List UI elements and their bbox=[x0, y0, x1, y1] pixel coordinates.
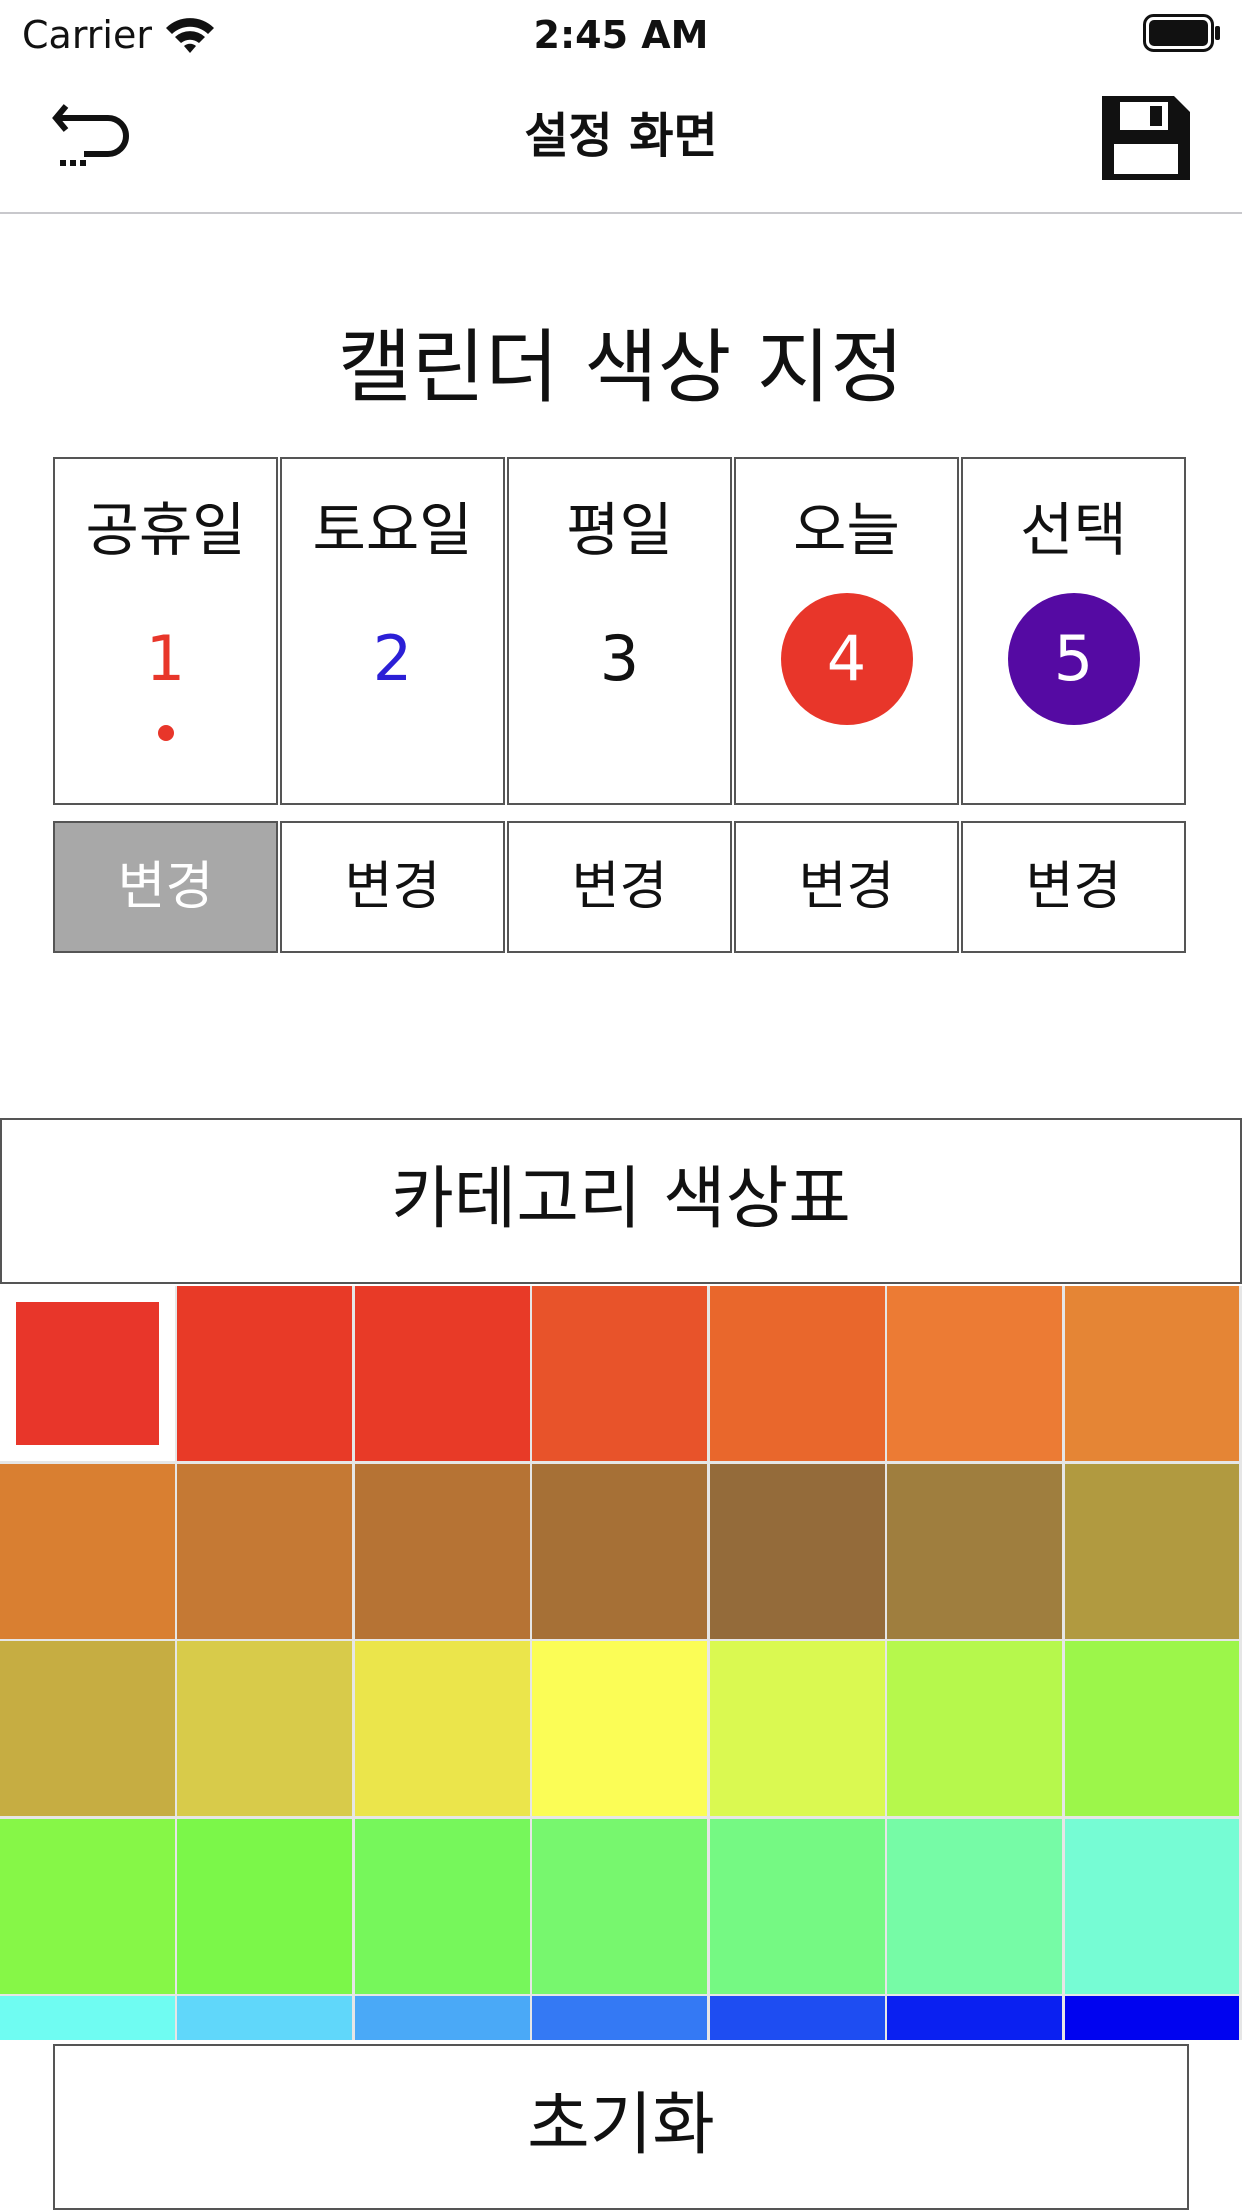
cell-number: 1 bbox=[145, 622, 186, 695]
calendar-cell-selected: 선택 5 bbox=[961, 457, 1186, 805]
palette-header: 카테고리 색상표 bbox=[0, 1118, 1242, 1284]
color-swatch[interactable] bbox=[1064, 1818, 1240, 1994]
color-swatch[interactable] bbox=[532, 1818, 708, 1994]
color-swatch[interactable] bbox=[354, 1286, 530, 1461]
color-swatch[interactable] bbox=[887, 1286, 1063, 1461]
color-swatch[interactable] bbox=[177, 1463, 353, 1639]
cell-label: 평일 bbox=[566, 496, 673, 564]
reset-button[interactable]: 초기화 bbox=[53, 2044, 1189, 2210]
color-palette-grid bbox=[0, 1286, 1242, 2040]
color-swatch[interactable] bbox=[177, 1996, 353, 2040]
color-swatch[interactable] bbox=[0, 1818, 175, 1994]
color-swatch[interactable] bbox=[532, 1996, 708, 2040]
color-swatch[interactable] bbox=[709, 1286, 885, 1461]
calendar-cell-saturday: 토요일 2 bbox=[280, 457, 505, 805]
change-button-holiday[interactable]: 변경 bbox=[53, 821, 278, 953]
color-swatch[interactable] bbox=[887, 1996, 1063, 2040]
color-swatch[interactable] bbox=[177, 1818, 353, 1994]
color-swatch[interactable] bbox=[354, 1996, 530, 2040]
change-button-weekday[interactable]: 변경 bbox=[507, 821, 732, 953]
color-swatch[interactable] bbox=[1064, 1641, 1240, 1816]
battery-icon bbox=[1143, 14, 1220, 52]
change-button-saturday[interactable]: 변경 bbox=[280, 821, 505, 953]
cell-label: 선택 bbox=[1020, 496, 1127, 564]
change-button-today[interactable]: 변경 bbox=[734, 821, 959, 953]
cell-label: 공휴일 bbox=[85, 496, 246, 564]
calendar-cell-today: 오늘 4 bbox=[734, 457, 959, 805]
color-swatch[interactable] bbox=[0, 1996, 175, 2040]
selected-circle: 5 bbox=[1007, 593, 1140, 725]
today-circle: 4 bbox=[780, 593, 913, 725]
calendar-cell-holiday: 공휴일 1 bbox=[53, 457, 278, 805]
color-swatch[interactable] bbox=[0, 1641, 175, 1816]
color-swatch[interactable] bbox=[709, 1463, 885, 1639]
color-swatch[interactable] bbox=[0, 1286, 175, 1461]
change-button-selected[interactable]: 변경 bbox=[961, 821, 1186, 953]
color-swatch[interactable] bbox=[177, 1641, 353, 1816]
color-swatch[interactable] bbox=[532, 1463, 708, 1639]
cell-label: 오늘 bbox=[793, 496, 900, 564]
color-swatch[interactable] bbox=[0, 1463, 175, 1639]
nav-title: 설정 화면 bbox=[524, 108, 718, 164]
color-swatch[interactable] bbox=[532, 1286, 708, 1461]
status-time: 2:45 AM bbox=[533, 13, 709, 57]
calendar-cell-weekday: 평일 3 bbox=[507, 457, 732, 805]
color-swatch[interactable] bbox=[354, 1641, 530, 1816]
cell-label: 토요일 bbox=[312, 496, 473, 564]
section-title: 캘린더 색상 지정 bbox=[337, 321, 905, 414]
color-swatch[interactable] bbox=[177, 1286, 353, 1461]
color-swatch[interactable] bbox=[1064, 1996, 1240, 2040]
floppy-disk-icon[interactable] bbox=[1098, 92, 1194, 184]
color-swatch[interactable] bbox=[887, 1641, 1063, 1816]
color-swatch[interactable] bbox=[887, 1463, 1063, 1639]
color-swatch[interactable] bbox=[1064, 1463, 1240, 1639]
color-swatch[interactable] bbox=[354, 1818, 530, 1994]
color-swatch[interactable] bbox=[532, 1641, 708, 1816]
color-swatch[interactable] bbox=[354, 1463, 530, 1639]
color-swatch[interactable] bbox=[887, 1818, 1063, 1994]
cell-number: 2 bbox=[372, 622, 413, 695]
color-swatch[interactable] bbox=[709, 1996, 885, 2040]
color-swatch[interactable] bbox=[709, 1641, 885, 1816]
holiday-dot bbox=[157, 725, 174, 741]
color-swatch[interactable] bbox=[1064, 1286, 1240, 1461]
color-swatch[interactable] bbox=[709, 1818, 885, 1994]
nav-divider bbox=[0, 212, 1242, 214]
cell-number: 3 bbox=[599, 622, 640, 695]
